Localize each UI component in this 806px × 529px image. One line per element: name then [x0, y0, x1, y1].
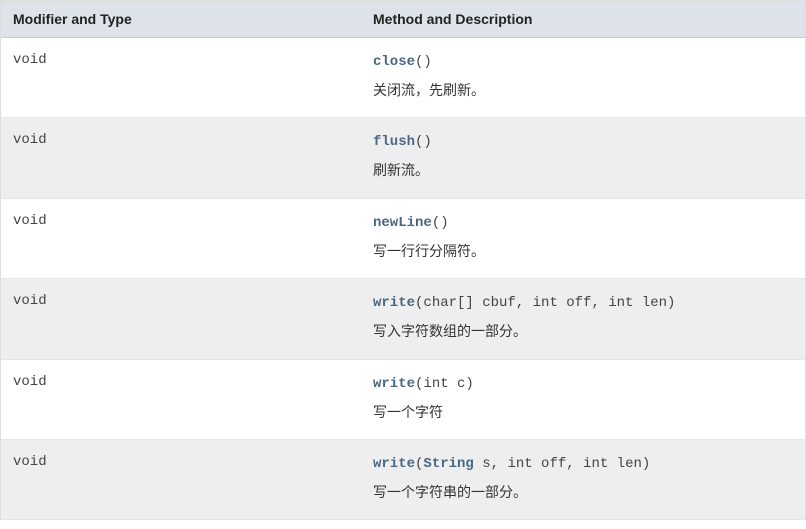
header-method-description: Method and Description	[361, 1, 805, 38]
method-params-post: )	[440, 215, 448, 231]
method-cell: write(int c) 写一个字符	[361, 359, 805, 439]
method-cell: write(String s, int off, int len) 写一个字符串…	[361, 439, 805, 519]
method-params-post: )	[423, 54, 431, 70]
method-link-write-int[interactable]: write	[373, 376, 415, 392]
method-signature: write(char[] cbuf, int off, int len)	[373, 293, 793, 314]
method-link-flush[interactable]: flush	[373, 134, 415, 150]
method-summary-table-container: Modifier and Type Method and Description…	[0, 0, 806, 520]
header-modifier-type: Modifier and Type	[1, 1, 361, 38]
method-cell: write(char[] cbuf, int off, int len) 写入字…	[361, 279, 805, 359]
modifier-cell: void	[1, 38, 361, 118]
method-params-post: )	[423, 134, 431, 150]
method-cell: close() 关闭流，先刷新。	[361, 38, 805, 118]
type-link-string[interactable]: String	[423, 456, 473, 472]
method-signature: close()	[373, 52, 793, 73]
method-link-newline[interactable]: newLine	[373, 215, 432, 231]
method-cell: newLine() 写一行行分隔符。	[361, 198, 805, 278]
table-row: void flush() 刷新流。	[1, 118, 805, 198]
method-cell: flush() 刷新流。	[361, 118, 805, 198]
method-description: 关闭流，先刷新。	[373, 79, 793, 101]
modifier-cell: void	[1, 359, 361, 439]
method-link-write-string[interactable]: write	[373, 456, 415, 472]
method-signature: newLine()	[373, 213, 793, 234]
method-description: 写一个字符串的一部分。	[373, 481, 793, 503]
method-link-write-chararray[interactable]: write	[373, 295, 415, 311]
method-link-close[interactable]: close	[373, 54, 415, 70]
method-description: 写一行行分隔符。	[373, 240, 793, 262]
table-row: void write(String s, int off, int len) 写…	[1, 439, 805, 519]
method-params: (	[432, 215, 440, 231]
modifier-cell: void	[1, 279, 361, 359]
method-description: 写入字符数组的一部分。	[373, 320, 793, 342]
table-row: void write(char[] cbuf, int off, int len…	[1, 279, 805, 359]
table-header-row: Modifier and Type Method and Description	[1, 1, 805, 38]
table-row: void close() 关闭流，先刷新。	[1, 38, 805, 118]
method-signature: write(int c)	[373, 374, 793, 395]
table-row: void write(int c) 写一个字符	[1, 359, 805, 439]
modifier-cell: void	[1, 439, 361, 519]
modifier-cell: void	[1, 198, 361, 278]
method-description: 写一个字符	[373, 401, 793, 423]
method-signature: flush()	[373, 132, 793, 153]
method-signature: write(String s, int off, int len)	[373, 454, 793, 475]
method-params: (char[] cbuf, int off, int len)	[415, 295, 675, 311]
method-params-post: s, int off, int len)	[474, 456, 650, 472]
method-summary-table: Modifier and Type Method and Description…	[1, 1, 805, 520]
method-description: 刷新流。	[373, 159, 793, 181]
table-row: void newLine() 写一行行分隔符。	[1, 198, 805, 278]
modifier-cell: void	[1, 118, 361, 198]
method-params: (int c)	[415, 376, 474, 392]
